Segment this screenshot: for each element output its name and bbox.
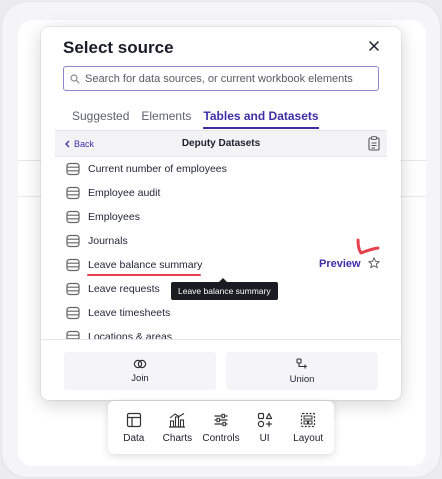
union-label: Union: [289, 373, 315, 385]
tab-suggested[interactable]: Suggested: [72, 109, 129, 129]
dataset-icon: [66, 258, 80, 272]
preview-button[interactable]: Preview: [319, 258, 361, 270]
search-icon: [70, 73, 80, 84]
list-item[interactable]: Leave timesheets: [55, 301, 387, 325]
sliders-icon: [214, 413, 228, 426]
join-icon: [133, 359, 147, 368]
close-icon: [369, 41, 379, 51]
source-tabs: Suggested Elements Tables and Datasets: [72, 109, 319, 129]
list-item-label: Leave requests: [88, 283, 160, 295]
list-item[interactable]: Employees: [55, 205, 387, 229]
list-item-label: Journals: [88, 235, 128, 247]
charts-icon: [169, 412, 186, 428]
toolbar-controls-label: Controls: [202, 432, 240, 444]
dataset-icon: [66, 282, 80, 296]
subheader-title: Deputy Datasets: [181, 138, 261, 149]
dataset-icon: [66, 162, 80, 176]
list-item[interactable]: Current number of employees: [55, 157, 387, 181]
table-icon: [126, 412, 141, 427]
layout-icon: [301, 412, 316, 427]
item-tooltip: Leave balance summary: [171, 278, 278, 300]
toolbar-ui-label: UI: [259, 432, 270, 444]
close-button[interactable]: [365, 37, 383, 55]
join-button[interactable]: Join: [64, 352, 216, 390]
dataset-icon: [66, 234, 80, 248]
dataset-list: Current number of employees Employee aud…: [55, 157, 387, 339]
star-icon[interactable]: [368, 257, 380, 269]
search-field[interactable]: [63, 66, 379, 91]
toolbar-data-button[interactable]: Data: [113, 412, 155, 444]
list-item-label: Leave balance summary: [88, 259, 203, 271]
list-item[interactable]: Journals: [55, 229, 387, 253]
toolbar-charts-button[interactable]: Charts: [156, 412, 198, 444]
search-input[interactable]: [85, 72, 365, 85]
toolbar-controls-button[interactable]: Controls: [200, 412, 242, 444]
annotation-underline: [87, 274, 201, 276]
join-label: Join: [131, 372, 149, 384]
list-item-label: Current number of employees: [88, 163, 227, 175]
dataset-icon: [66, 210, 80, 224]
dataset-icon: [66, 306, 80, 320]
list-item[interactable]: Employee audit: [55, 181, 387, 205]
tab-tables-and-datasets[interactable]: Tables and Datasets: [203, 109, 319, 129]
select-source-dialog: Select source Suggested Elements Tables …: [41, 27, 401, 400]
union-button[interactable]: Union: [226, 352, 378, 390]
tab-elements[interactable]: Elements: [141, 109, 191, 129]
clipboard-button[interactable]: [368, 136, 382, 152]
list-item-label: Employee audit: [88, 187, 161, 199]
toolbar-layout-button[interactable]: Layout: [287, 412, 329, 444]
dataset-icon: [66, 330, 80, 339]
clipboard-icon: [368, 136, 380, 151]
dataset-subheader: Back Deputy Datasets: [55, 131, 387, 157]
toolbar-data-label: Data: [123, 432, 145, 444]
list-item[interactable]: Locations & areas: [55, 325, 387, 339]
list-item-label: Leave timesheets: [88, 307, 171, 319]
toolbar-charts-label: Charts: [162, 432, 193, 444]
annotation-check-mark: [356, 238, 380, 255]
union-icon: [296, 357, 307, 368]
list-item-label: Employees: [88, 211, 140, 223]
toolbar-layout-label: Layout: [293, 432, 324, 444]
toolbar-ui-button[interactable]: UI: [244, 412, 286, 444]
bottom-toolbar: Data Charts Controls UI Layout: [108, 401, 334, 454]
dataset-icon: [66, 186, 80, 200]
list-item-label: Locations & areas: [88, 331, 173, 339]
dialog-title: Select source: [63, 38, 174, 57]
dialog-footer: Join Union: [41, 339, 401, 400]
ui-elements-icon: [257, 412, 272, 427]
